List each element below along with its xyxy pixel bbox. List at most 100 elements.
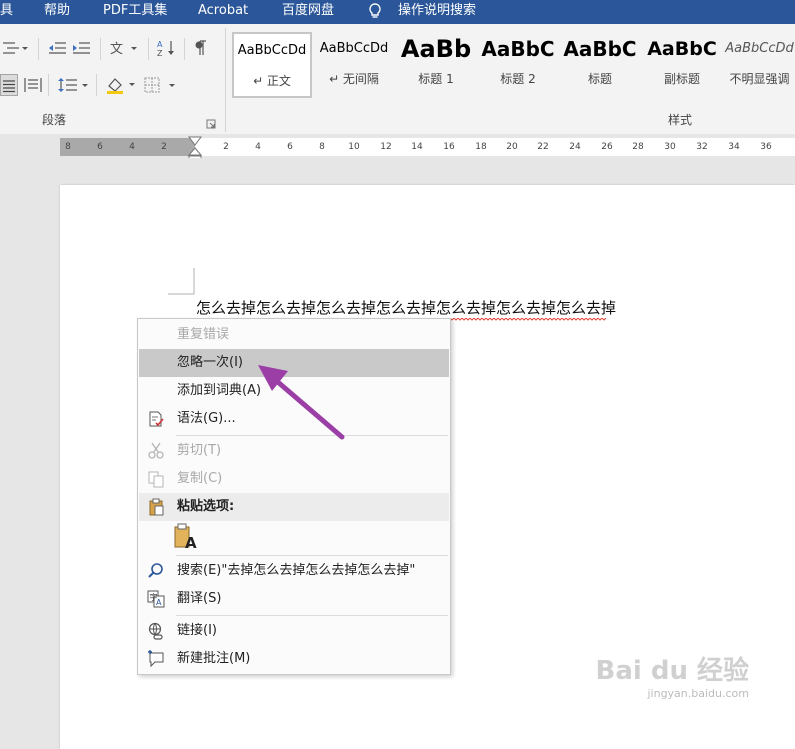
ruler-tick: 34 bbox=[728, 142, 740, 152]
style-subtitle[interactable]: AaBbC 副标题 bbox=[642, 32, 722, 98]
paragraph-group-label: 段落 bbox=[42, 113, 67, 127]
style-sample: AaBbC bbox=[481, 37, 555, 61]
menu-tell-me-search[interactable]: 操作说明搜索 bbox=[398, 0, 476, 24]
ruler-tick: 2 bbox=[161, 142, 167, 152]
show-marks-icon[interactable] bbox=[190, 37, 212, 59]
ruler-tick: 6 bbox=[97, 142, 103, 152]
ruler-tick: 22 bbox=[537, 142, 549, 152]
ruler-tick: 2 bbox=[223, 142, 229, 152]
svg-text:Z: Z bbox=[157, 49, 163, 57]
menu-bar: 具 帮助 PDF工具集 Acrobat 百度网盘 操作说明搜索 bbox=[0, 0, 795, 24]
menu-tools[interactable]: 具 bbox=[0, 0, 13, 24]
ruler-tick: 16 bbox=[443, 142, 455, 152]
style-subtle-emphasis[interactable]: AaBbCcDd 不明显强调 bbox=[724, 32, 795, 98]
menu-separator bbox=[176, 555, 448, 556]
svg-text:文: 文 bbox=[110, 42, 123, 56]
chinese-layout-icon[interactable]: 文 bbox=[108, 37, 140, 59]
menu-item-new-comment[interactable]: 新建批注(M) bbox=[139, 645, 449, 673]
menu-item-label: 添加到词典(A) bbox=[177, 383, 262, 398]
ruler-ticks-right: 2 4 6 8 10 12 14 16 18 20 22 24 26 28 30… bbox=[223, 138, 795, 156]
borders-icon[interactable] bbox=[142, 74, 178, 96]
shading-icon[interactable] bbox=[104, 74, 138, 96]
translate-icon: 字A bbox=[147, 590, 165, 608]
ribbon-divider bbox=[96, 74, 97, 96]
watermark-brand: Bai du 经验 bbox=[595, 656, 750, 686]
menu-item-label: 语法(G)... bbox=[177, 411, 236, 426]
styles-gallery: AaBbCcDd ↵ 正文 AaBbCcDd ↵ 无间隔 AaBb 标题 1 A… bbox=[232, 32, 795, 102]
menu-item-search[interactable]: 搜索(E)"去掉怎么去掉怎么去掉怎么去掉" bbox=[139, 557, 449, 585]
style-heading-2[interactable]: AaBbC 标题 2 bbox=[478, 32, 558, 98]
ruler-tick: 24 bbox=[569, 142, 581, 152]
menu-baidu-netdisk[interactable]: 百度网盘 bbox=[282, 0, 334, 24]
style-sample: AaBbCcDd bbox=[237, 43, 307, 58]
margin-corner-mark bbox=[168, 268, 196, 300]
menu-item-label: 新建批注(M) bbox=[177, 651, 251, 666]
style-name: 标题 bbox=[587, 72, 612, 86]
style-normal[interactable]: AaBbCcDd ↵ 正文 bbox=[232, 32, 312, 98]
ruler-tick: 12 bbox=[380, 142, 392, 152]
menu-item-label: 翻译(S) bbox=[177, 591, 222, 606]
ruler-tick: 18 bbox=[475, 142, 487, 152]
distributed-align-icon[interactable] bbox=[22, 74, 44, 96]
style-name: ↵ 无间隔 bbox=[329, 72, 379, 86]
menu-item-link[interactable]: 链接(I) bbox=[139, 617, 449, 645]
ruler-tick: 36 bbox=[760, 142, 772, 152]
ruler-tick: 32 bbox=[696, 142, 708, 152]
link-icon bbox=[147, 622, 165, 640]
copy-icon bbox=[147, 470, 165, 488]
menu-item-translate[interactable]: 字A 翻译(S) bbox=[139, 585, 449, 613]
ruler-margin: 8 6 4 2 bbox=[60, 138, 195, 156]
increase-indent-icon[interactable] bbox=[70, 37, 92, 59]
ribbon-divider bbox=[48, 74, 49, 96]
style-title[interactable]: AaBbC 标题 bbox=[560, 32, 640, 98]
ruler-tick: 8 bbox=[319, 142, 325, 152]
ruler-tick: 30 bbox=[664, 142, 676, 152]
search-icon bbox=[147, 562, 165, 580]
line-spacing-icon[interactable] bbox=[56, 74, 90, 96]
decrease-indent-icon[interactable] bbox=[46, 37, 68, 59]
menu-item-label: 搜索(E)"去掉怎么去掉怎么去掉怎么去掉" bbox=[177, 563, 416, 578]
ruler-tick: 28 bbox=[632, 142, 644, 152]
style-sample: AaBbC bbox=[563, 37, 637, 61]
style-sample: AaBbC bbox=[647, 38, 717, 60]
justify-icon[interactable] bbox=[0, 74, 18, 96]
menu-acrobat[interactable]: Acrobat bbox=[198, 0, 248, 24]
menu-section-paste-options: 粘贴选项: bbox=[139, 493, 449, 521]
paste-option-glyph: A bbox=[185, 534, 197, 552]
menu-item-label: 链接(I) bbox=[177, 623, 217, 638]
style-name: 标题 1 bbox=[418, 72, 454, 86]
style-sample: AaBb bbox=[400, 35, 472, 63]
scissors-icon bbox=[147, 442, 165, 460]
ruler-tick: 20 bbox=[506, 142, 518, 152]
dialog-launcher-icon[interactable] bbox=[206, 114, 216, 133]
ribbon-divider bbox=[225, 28, 226, 132]
ribbon-divider bbox=[100, 38, 101, 60]
paste-keep-text-only-button[interactable]: A bbox=[174, 523, 200, 553]
watermark-url: jingyan.baidu.com bbox=[647, 687, 749, 700]
style-heading-1[interactable]: AaBb 标题 1 bbox=[396, 32, 476, 98]
svg-text:A: A bbox=[156, 598, 162, 607]
baidu-jingyan-watermark: Bai du 经验 jingyan.baidu.com bbox=[596, 650, 750, 700]
clipboard-icon bbox=[147, 498, 165, 516]
annotation-arrow-icon bbox=[258, 365, 345, 440]
menu-item-label: 剪切(T) bbox=[177, 443, 222, 458]
menu-item-copy: 复制(C) bbox=[139, 465, 449, 493]
menu-item-label: 忽略一次(I) bbox=[177, 355, 243, 370]
menu-pdf-tools[interactable]: PDF工具集 bbox=[103, 0, 167, 24]
menu-separator bbox=[176, 615, 448, 616]
style-name: 副标题 bbox=[663, 72, 700, 86]
ruler-tick: 14 bbox=[411, 142, 423, 152]
ribbon-divider bbox=[38, 38, 39, 60]
menu-item-label: 复制(C) bbox=[177, 471, 223, 486]
multilevel-list-button[interactable] bbox=[0, 37, 30, 59]
menu-item-label: 重复错误 bbox=[177, 327, 230, 342]
document-text[interactable]: 怎么去掉怎么去掉怎么去掉怎么去掉怎么去掉怎么去掉怎么去掉 bbox=[196, 297, 616, 318]
menu-help[interactable]: 帮助 bbox=[44, 0, 70, 24]
lightbulb-icon bbox=[368, 3, 382, 24]
sort-icon[interactable]: AZ bbox=[156, 37, 178, 59]
style-no-spacing[interactable]: AaBbCcDd ↵ 无间隔 bbox=[314, 32, 394, 98]
ruler-tick: 4 bbox=[129, 142, 135, 152]
menu-item-label: 粘贴选项: bbox=[177, 499, 235, 514]
comment-icon bbox=[147, 650, 165, 668]
ruler-tick: 8 bbox=[65, 142, 71, 152]
